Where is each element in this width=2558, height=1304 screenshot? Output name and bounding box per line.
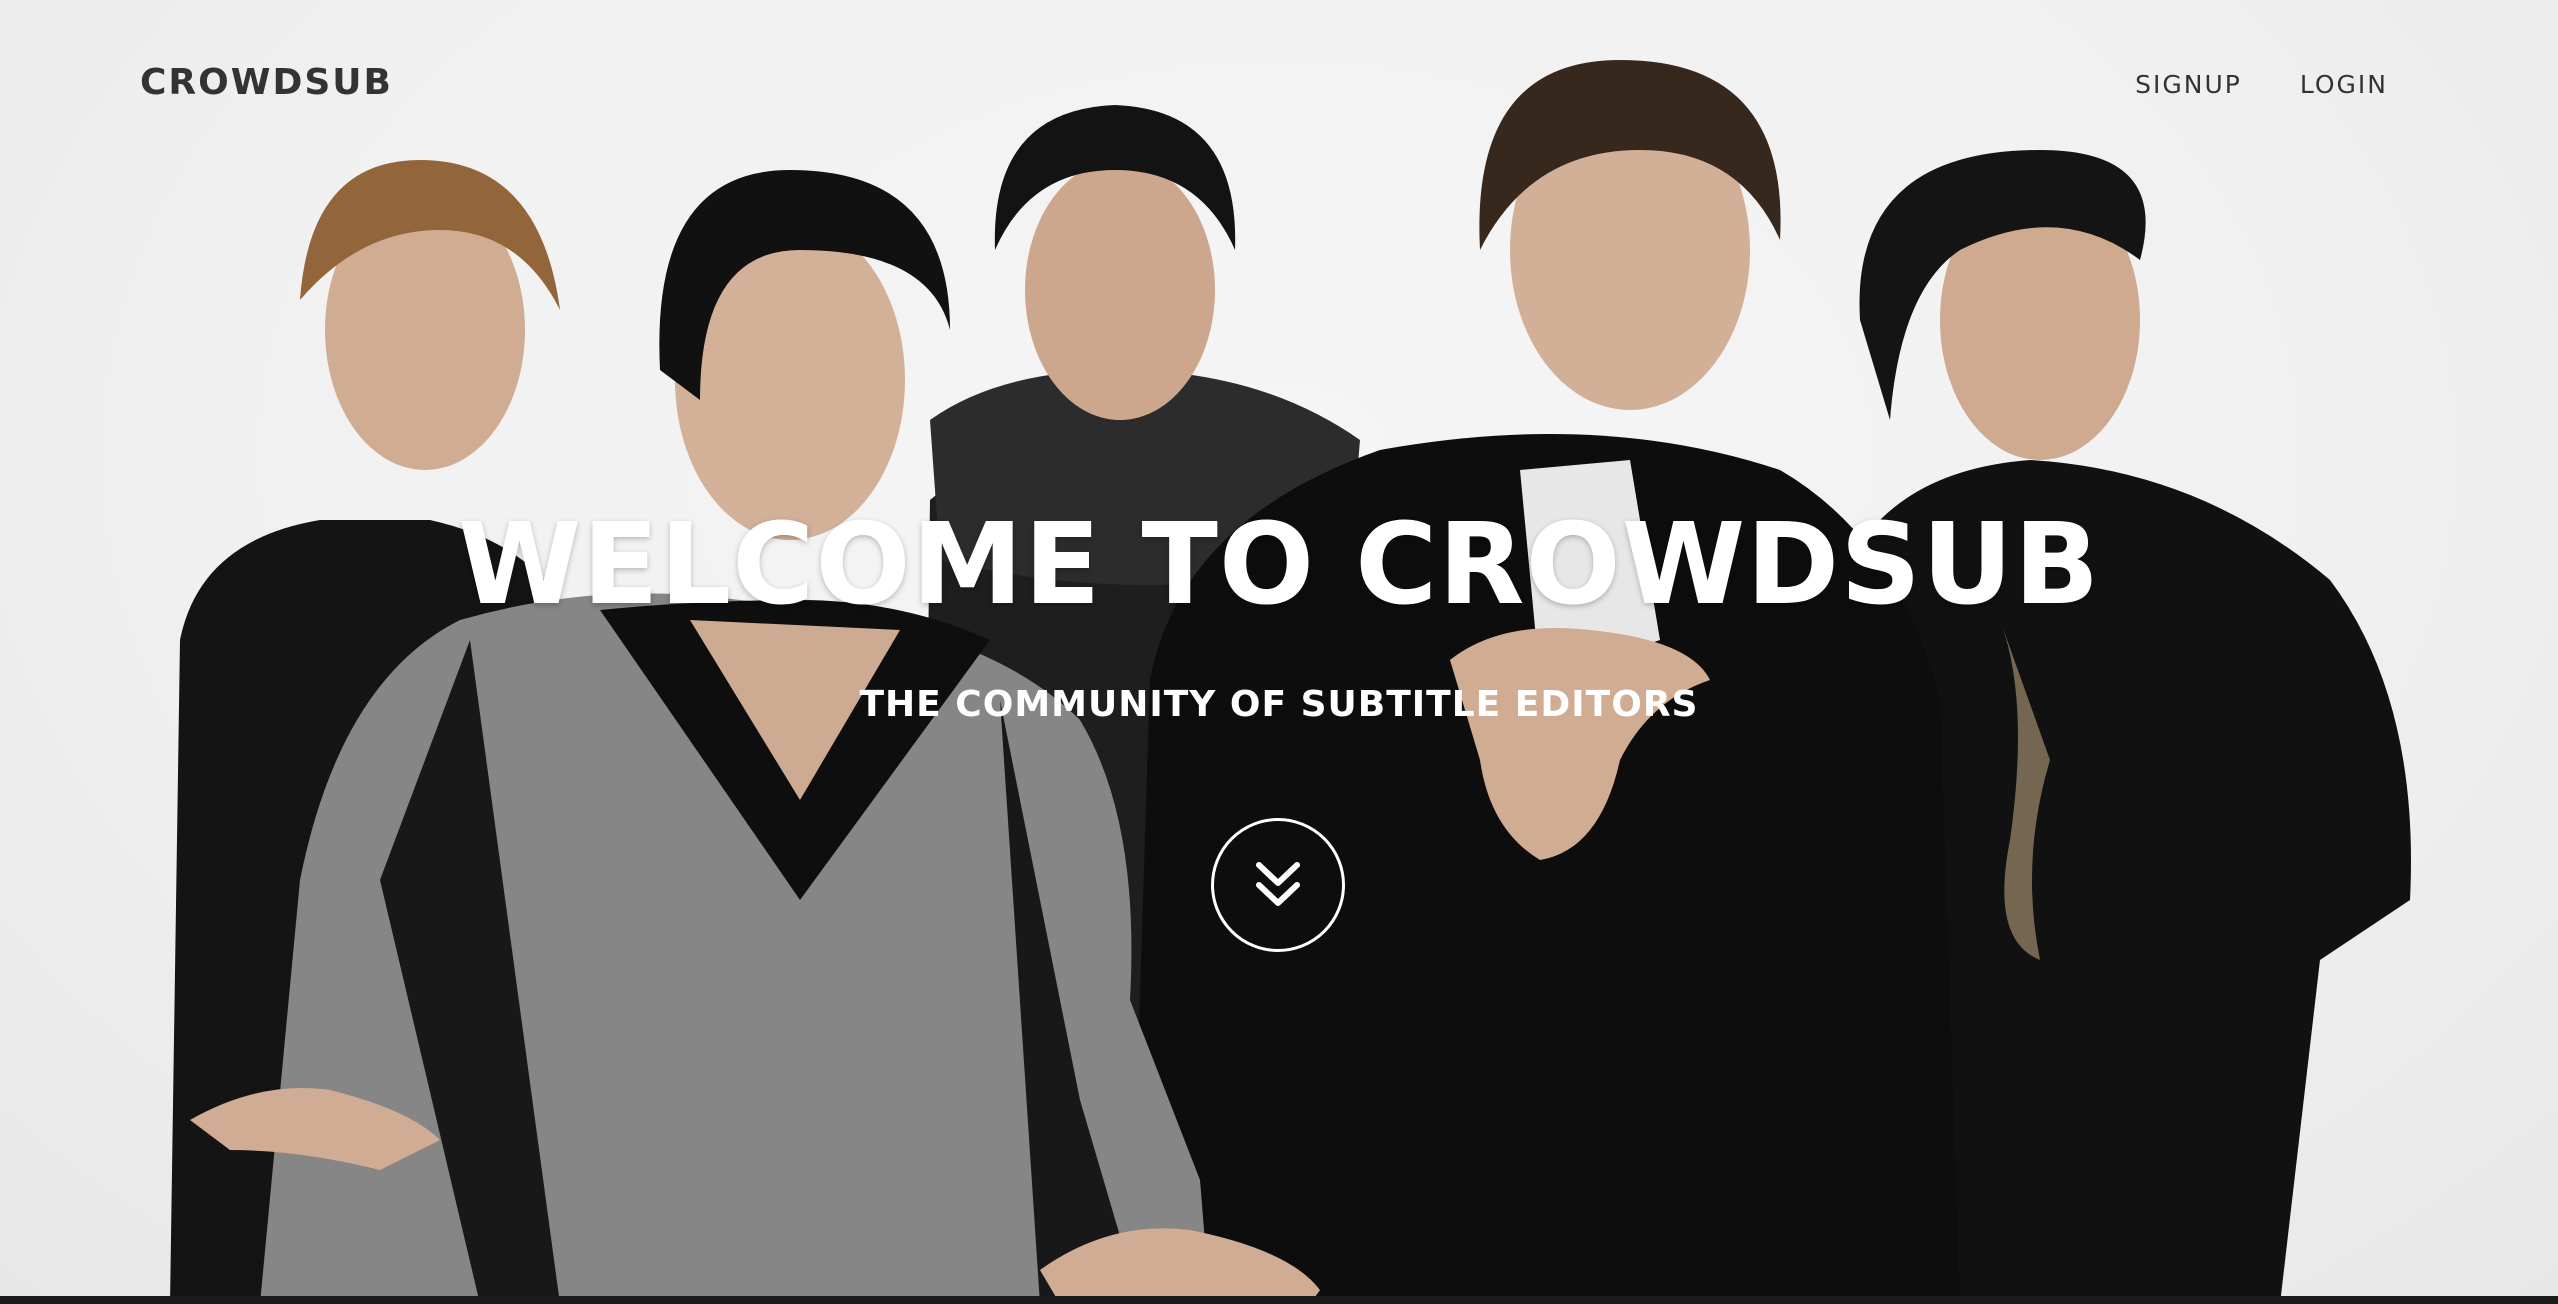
landing-page: CROWDSUB SIGNUP LOGIN WELCOME TO CROWDSU… [0,0,2558,1304]
bottom-edge-divider [0,1296,2558,1304]
hero-subtitle: THE COMMUNITY OF SUBTITLE EDITORS [859,684,1699,725]
top-navbar: CROWDSUB SIGNUP LOGIN [0,0,2558,175]
nav-links: SIGNUP LOGIN [2135,70,2388,99]
brand-logo-link[interactable]: CROWDSUB [140,62,393,103]
hero-background-image [0,0,2558,1304]
login-link[interactable]: LOGIN [2300,70,2388,99]
hero-title: WELCOME TO CROWDSUB [457,500,2101,630]
signup-link[interactable]: SIGNUP [2135,70,2242,99]
double-chevron-down-icon [1256,862,1300,906]
scroll-down-button[interactable] [1211,818,1345,952]
